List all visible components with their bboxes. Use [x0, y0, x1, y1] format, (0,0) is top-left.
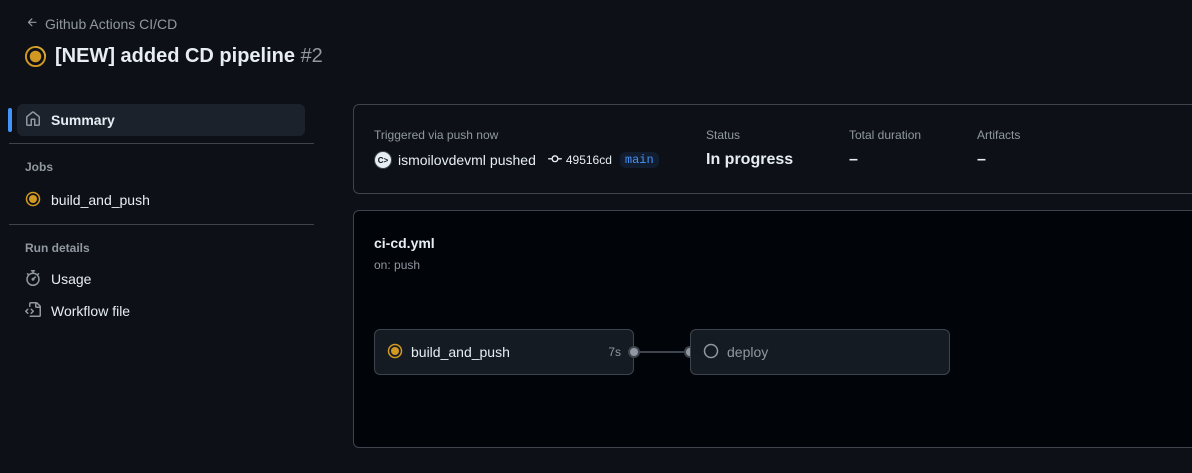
job-node-deploy[interactable]: deploy	[690, 329, 950, 375]
commit-link[interactable]: 49516cd	[547, 152, 612, 169]
run-title-row: [NEW] added CD pipeline #2	[24, 43, 323, 69]
home-icon	[25, 110, 41, 130]
trigger-details: C> ismoilovdevml pushed 49516cd main	[374, 151, 659, 169]
artifacts-value: –	[977, 151, 986, 168]
in-progress-icon	[25, 191, 41, 210]
workflow-graph-card: ci-cd.yml on: push build_and_push 7s dep…	[353, 210, 1192, 448]
actor-name[interactable]: ismoilovdevml	[398, 152, 486, 168]
duration-label: Total duration	[849, 128, 922, 142]
run-summary-card: Triggered via push now C> ismoilovdevml …	[353, 104, 1192, 194]
sidebar-item-usage[interactable]: Usage	[17, 263, 305, 295]
status-value: In progress	[706, 151, 794, 168]
sidebar-item-label: build_and_push	[51, 192, 150, 208]
in-progress-status-icon	[24, 45, 47, 68]
output-port	[628, 346, 640, 358]
run-title: [NEW] added CD pipeline	[55, 45, 295, 67]
sidebar-item-workflow-file[interactable]: Workflow file	[17, 295, 305, 327]
trigger-action: pushed	[489, 152, 536, 168]
stopwatch-icon	[25, 269, 41, 289]
trigger-label: Triggered via push now	[374, 128, 499, 142]
sidebar-item-summary[interactable]: Summary	[8, 104, 305, 136]
sidebar-item-label: Summary	[51, 112, 115, 128]
sidebar-item-label: Usage	[51, 271, 92, 287]
queued-icon	[703, 343, 719, 362]
commit-sha: 49516cd	[565, 153, 612, 167]
artifacts-label: Artifacts	[977, 128, 1021, 142]
job-name: deploy	[727, 344, 769, 360]
sidebar-item-label: Workflow file	[51, 303, 131, 319]
job-connector	[634, 351, 690, 353]
job-name: build_and_push	[411, 344, 510, 360]
sidebar-divider	[9, 224, 314, 225]
run-number: #2	[300, 45, 323, 67]
branch-badge[interactable]: main	[619, 152, 659, 168]
avatar[interactable]: C>	[374, 151, 392, 169]
jobs-heading: Jobs	[25, 160, 54, 174]
sidebar-item-build-and-push[interactable]: build_and_push	[17, 184, 305, 216]
workflow-trigger: on: push	[374, 258, 421, 272]
workflow-run-page: Github Actions CI/CD [NEW] added CD pipe…	[0, 0, 1192, 473]
sidebar-divider	[9, 143, 314, 144]
job-node-build-and-push[interactable]: build_and_push 7s	[374, 329, 634, 375]
page-title: [NEW] added CD pipeline #2	[55, 43, 323, 69]
status-label: Status	[706, 128, 741, 142]
job-duration: 7s	[608, 345, 621, 359]
in-progress-icon	[387, 343, 403, 362]
git-commit-icon	[547, 152, 562, 169]
workflow-file-name: ci-cd.yml	[374, 235, 435, 251]
duration-value: –	[849, 151, 858, 168]
arrow-left-icon	[26, 16, 39, 32]
run-sidebar: Summary Jobs build_and_push Run details …	[0, 100, 314, 327]
file-code-icon	[25, 301, 41, 321]
back-link-label: Github Actions CI/CD	[45, 16, 178, 32]
run-details-heading: Run details	[25, 241, 90, 255]
back-to-workflow-link[interactable]: Github Actions CI/CD	[26, 16, 177, 32]
